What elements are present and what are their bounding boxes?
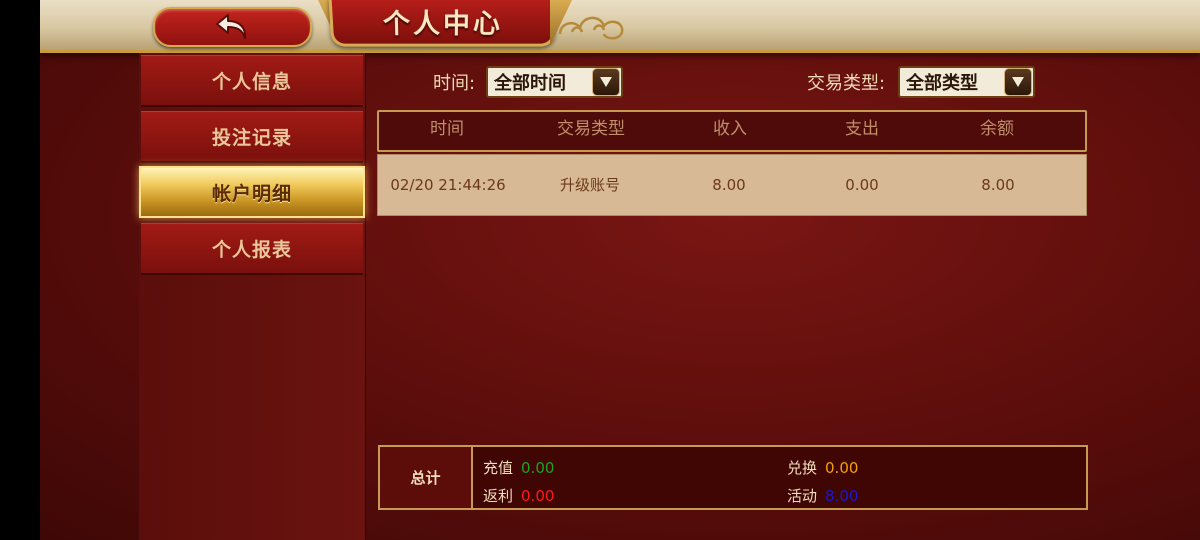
column-header-income: 收入 bbox=[713, 119, 747, 139]
type-filter-select[interactable]: 全部类型 bbox=[898, 66, 1035, 98]
summary-panel: 总计 充值 0.00 返利 0.00 兑换 0.00 活动 8.00 bbox=[378, 445, 1088, 510]
page-title: 个人中心 bbox=[382, 8, 504, 40]
time-filter-select[interactable]: 全部时间 bbox=[486, 66, 623, 98]
column-header-balance: 余额 bbox=[980, 119, 1014, 139]
sidebar-item-bet-records[interactable]: 投注记录 bbox=[141, 111, 363, 163]
summary-activity-value: 8.00 bbox=[825, 487, 859, 505]
column-header-time: 时间 bbox=[430, 119, 464, 139]
type-filter-label: 交易类型: bbox=[807, 73, 886, 94]
top-bar: 个人中心 bbox=[40, 0, 1200, 53]
summary-recharge: 充值 0.00 bbox=[483, 457, 554, 478]
summary-rebate-label: 返利 bbox=[483, 487, 514, 505]
sidebar-item-label: 个人信息 bbox=[211, 70, 292, 93]
back-button[interactable] bbox=[153, 7, 312, 47]
summary-exchange: 兑换 0.00 bbox=[787, 457, 858, 478]
cell-time: 02/20 21:44:26 bbox=[390, 176, 506, 194]
sidebar-item-label: 投注记录 bbox=[211, 126, 292, 149]
column-header-type: 交易类型 bbox=[557, 119, 625, 139]
cell-type: 升级账号 bbox=[559, 176, 620, 194]
summary-rebate-value: 0.00 bbox=[521, 487, 555, 505]
summary-activity-label: 活动 bbox=[787, 487, 818, 505]
cell-balance: 8.00 bbox=[981, 176, 1015, 194]
sidebar: 个人信息 投注记录 帐户明细 个人报表 bbox=[139, 53, 366, 540]
summary-recharge-label: 充值 bbox=[483, 459, 514, 477]
table-row[interactable]: 02/20 21:44:26 升级账号 8.00 0.00 8.00 bbox=[377, 154, 1087, 216]
time-filter-value: 全部时间 bbox=[494, 73, 566, 94]
page-title-plaque: 个人中心 bbox=[328, 0, 558, 47]
app-screen: 个人中心 个人信息 投注记录 帐户明细 个人报表 时间: 全部时间 交易类型: … bbox=[40, 0, 1200, 540]
dropdown-arrow-icon[interactable] bbox=[592, 68, 620, 96]
table-header: 时间 交易类型 收入 支出 余额 bbox=[377, 110, 1087, 152]
cell-income: 8.00 bbox=[712, 176, 746, 194]
sidebar-item-personal-info[interactable]: 个人信息 bbox=[141, 55, 363, 107]
cell-expense: 0.00 bbox=[845, 176, 879, 194]
summary-label: 总计 bbox=[380, 447, 473, 508]
sidebar-item-personal-report[interactable]: 个人报表 bbox=[141, 223, 363, 275]
time-filter-label: 时间: bbox=[433, 73, 476, 94]
summary-activity: 活动 8.00 bbox=[787, 485, 858, 506]
type-filter-value: 全部类型 bbox=[906, 73, 978, 94]
dropdown-arrow-icon[interactable] bbox=[1004, 68, 1032, 96]
summary-exchange-label: 兑换 bbox=[787, 459, 818, 477]
summary-rebate: 返利 0.00 bbox=[483, 485, 554, 506]
summary-recharge-value: 0.00 bbox=[521, 459, 555, 477]
cloud-ornament-icon bbox=[558, 16, 624, 40]
sidebar-item-label: 帐户明细 bbox=[211, 182, 292, 205]
sidebar-item-account-details[interactable]: 帐户明细 bbox=[139, 166, 365, 218]
summary-exchange-value: 0.00 bbox=[825, 459, 859, 477]
column-header-expense: 支出 bbox=[845, 119, 879, 139]
sidebar-item-label: 个人报表 bbox=[211, 238, 292, 261]
back-arrow-icon bbox=[215, 14, 246, 39]
